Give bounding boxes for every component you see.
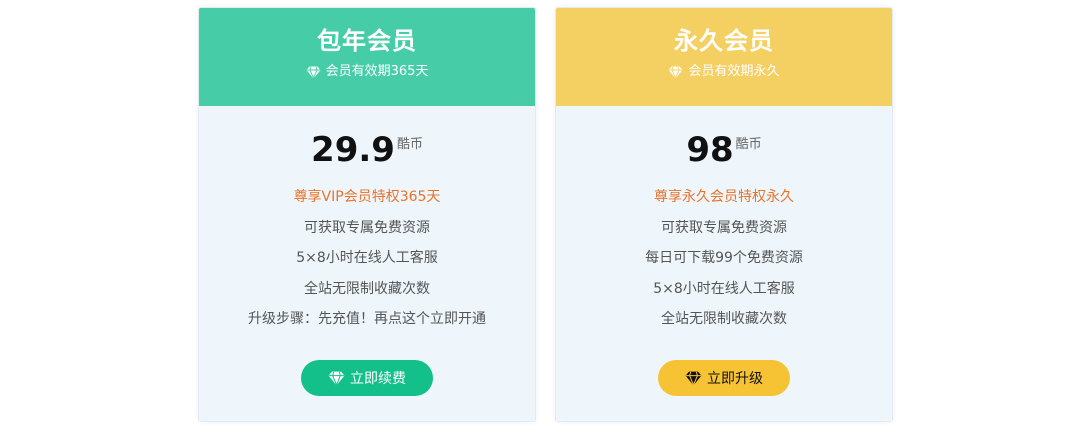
price-value: 98 <box>686 130 734 170</box>
price-currency: 酷币 <box>396 137 423 152</box>
feature-list: 尊享VIP会员特权365天 可获取专属免费资源 5×8小时在线人工客服 全站无限… <box>199 182 535 335</box>
diamond-icon <box>685 371 702 386</box>
plan-header: 包年会员 会员有效期365天 <box>199 8 535 106</box>
feature-item: 5×8小时在线人工客服 <box>653 280 795 297</box>
plan-validity: 会员有效期永久 <box>556 63 892 81</box>
plan-validity-text: 会员有效期365天 <box>325 64 429 79</box>
renew-button[interactable]: 立即续费 <box>301 360 433 396</box>
feature-list: 尊享永久会员特权永久 可获取专属免费资源 每日可下载99个免费资源 5×8小时在… <box>556 182 892 335</box>
upgrade-button[interactable]: 立即升级 <box>658 360 790 396</box>
price-row: 29.9 酷币 <box>199 128 535 170</box>
price-currency: 酷币 <box>735 137 762 152</box>
diamond-icon <box>328 371 345 386</box>
plan-card-lifetime: 永久会员 会员有效期永久 98 酷币 尊享永久会员特权永久 可获取专属免费资源 … <box>555 7 893 422</box>
feature-item-highlight: 尊享永久会员特权永久 <box>654 189 794 205</box>
price-value: 29.9 <box>311 130 395 170</box>
plan-title: 永久会员 <box>674 27 774 55</box>
plan-validity-text: 会员有效期永久 <box>688 64 780 79</box>
plan-header: 永久会员 会员有效期永久 <box>556 8 892 106</box>
feature-item: 全站无限制收藏次数 <box>661 311 787 327</box>
feature-item: 5×8小时在线人工客服 <box>296 250 438 266</box>
plan-title: 包年会员 <box>317 27 417 55</box>
plan-card-annual: 包年会员 会员有效期365天 29.9 酷币 尊享VIP会员特权365天 可获取… <box>198 7 536 422</box>
feature-item-highlight: 尊享VIP会员特权365天 <box>293 189 441 205</box>
diamond-icon <box>668 66 683 79</box>
feature-item: 每日可下载99个免费资源 <box>645 250 803 266</box>
feature-item: 升级步骤：先充值！再点这个立即开通 <box>248 311 486 327</box>
feature-item: 全站无限制收藏次数 <box>304 280 430 297</box>
diamond-icon <box>306 66 321 79</box>
upgrade-button-label: 立即升级 <box>707 371 763 387</box>
plan-validity: 会员有效期365天 <box>199 63 535 81</box>
price-row: 98 酷币 <box>556 128 892 170</box>
feature-item: 可获取专属免费资源 <box>304 219 430 236</box>
feature-item: 可获取专属免费资源 <box>661 219 787 236</box>
renew-button-label: 立即续费 <box>350 371 406 387</box>
pricing-section: 包年会员 会员有效期365天 29.9 酷币 尊享VIP会员特权365天 可获取… <box>0 0 1090 440</box>
